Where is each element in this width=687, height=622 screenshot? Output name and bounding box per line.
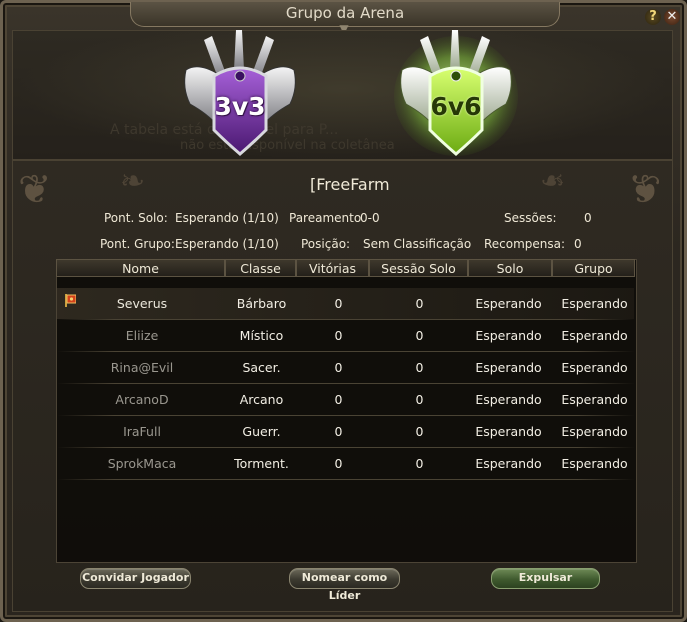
column-header-solo[interactable]: Solo [468,259,552,277]
member-solo-session: 0 [415,424,424,439]
member-solo-session: 0 [415,456,424,471]
member-name: Eliize [125,328,159,343]
column-header-class[interactable]: Classe [225,259,296,277]
sessions-label: Sessões: [504,211,557,225]
invite-player-button[interactable]: Convidar Jogador [80,568,191,589]
leader-flag-icon [65,294,76,307]
member-name: Severus [116,296,168,311]
member-class: Bárbaro [236,296,287,311]
member-name: Rina@Evil [110,360,174,375]
pairing-label: Pareamento [289,211,362,225]
position-label: Posição: [301,237,351,251]
ornament-left-icon: ❦ [18,167,52,213]
column-header-group[interactable]: Grupo [552,259,635,277]
member-solo-status: Esperando [475,392,542,407]
mode-3v3-label: 3v3 [214,92,266,121]
close-button[interactable]: ✕ [664,9,680,25]
expel-button[interactable]: Expulsar [491,568,600,589]
group-points-label: Pont. Grupo: [100,237,175,251]
group-points-value: Esperando (1/10) [175,237,279,251]
member-name: SprokMaca [107,456,177,471]
member-solo-session: 0 [415,360,424,375]
member-group-status: Esperando [561,360,628,375]
member-class: Arcano [239,392,284,407]
mode-6v6-label: 6v6 [430,92,482,121]
member-solo-session: 0 [415,328,424,343]
ornament-right-icon: ❦ [628,167,662,213]
row-divider [57,479,635,480]
reward-label: Recompensa: [484,237,566,251]
member-name: IraFull [123,424,161,439]
reward-value: 0 [574,237,582,251]
pairing-value: 0-0 [360,211,380,225]
member-group-status: Esperando [561,328,628,343]
member-solo-status: Esperando [475,424,542,439]
table-row[interactable]: ArcanoD Arcano 0 0 Esperando Esperando [57,384,634,415]
table-row[interactable]: SprokMaca Torment. 0 0 Esperando Esperan… [57,448,634,479]
member-wins: 0 [334,424,343,439]
ornament-top-right-icon: ❧ [540,164,566,199]
member-wins: 0 [334,392,343,407]
column-header-name[interactable]: Nome [56,259,225,277]
member-solo-session: 0 [415,296,424,311]
member-class: Guerr. [242,424,281,439]
column-header-wins[interactable]: Vitórias [296,259,369,277]
member-wins: 0 [334,328,343,343]
member-group-status: Esperando [561,424,628,439]
column-header-solo-session[interactable]: Sessão Solo [369,259,468,277]
member-group-status: Esperando [561,296,628,311]
members-table-header: Nome Classe Vitórias Sessão Solo Solo Gr… [56,259,635,278]
member-wins: 0 [334,360,343,375]
member-solo-status: Esperando [475,328,542,343]
table-row[interactable]: Rina@Evil Sacer. 0 0 Esperando Esperando [57,352,634,383]
member-class: Místico [239,328,284,343]
table-row[interactable]: IraFull Guerr. 0 0 Esperando Esperando [57,416,634,447]
member-class: Sacer. [242,360,281,375]
help-button[interactable]: ? [645,9,661,25]
member-solo-status: Esperando [475,296,542,311]
table-row[interactable]: Eliize Místico 0 0 Esperando Esperando [57,320,634,351]
member-group-status: Esperando [561,392,628,407]
ornament-top-left-icon: ❧ [120,164,146,199]
position-value: Sem Classificação [363,237,472,251]
member-solo-session: 0 [415,392,424,407]
member-solo-status: Esperando [475,360,542,375]
member-solo-status: Esperando [475,456,542,471]
group-name: [FreeFarm [310,175,390,194]
solo-points-label: Pont. Solo: [104,211,168,225]
mode-6v6-badge[interactable]: 6v6 [394,30,518,158]
solo-points-value: Esperando (1/10) [175,211,279,225]
sessions-value: 0 [584,211,592,225]
member-class: Torment. [234,456,289,471]
member-name: ArcanoD [115,392,169,407]
table-row[interactable]: Severus Bárbaro 0 0 Esperando Esperando [57,288,634,319]
make-leader-button[interactable]: Nomear como Líder [289,568,400,602]
mode-3v3-badge[interactable]: 3v3 [178,30,302,158]
member-group-status: Esperando [561,456,628,471]
member-wins: 0 [334,296,343,311]
member-wins: 0 [334,456,343,471]
